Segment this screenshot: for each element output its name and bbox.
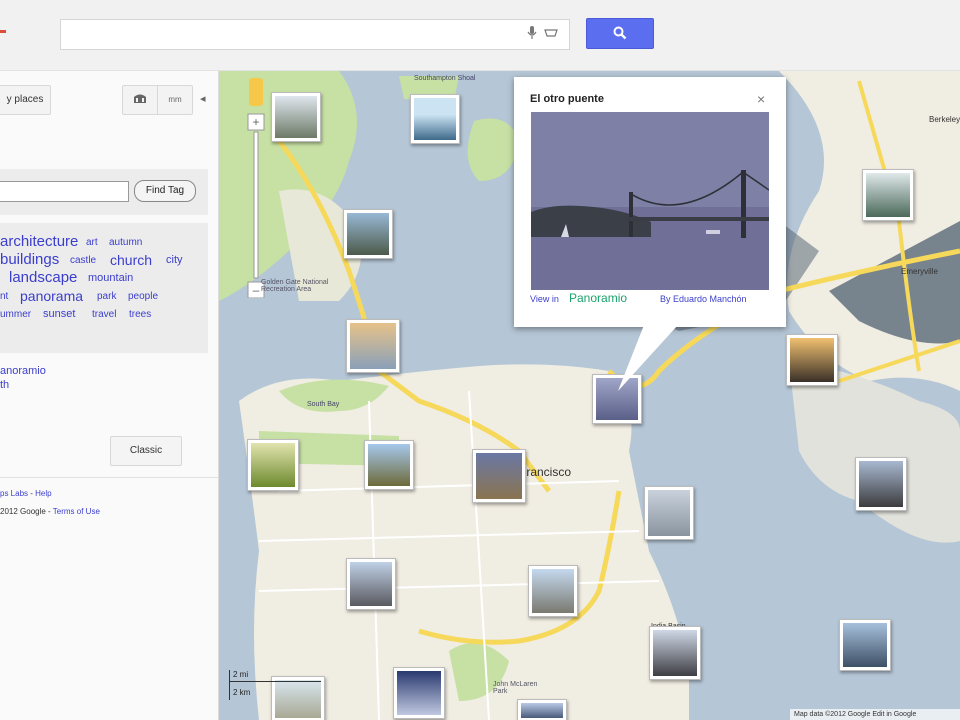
- tag-link[interactable]: autumn: [109, 237, 142, 248]
- footer-copyright: 2012 Google - Terms of Use: [0, 507, 100, 516]
- earth-link[interactable]: th: [0, 379, 9, 391]
- tag-link[interactable]: city: [166, 254, 183, 266]
- tag-link[interactable]: people: [128, 291, 158, 302]
- sidebar: y places mm ◂ Find Tag architecture art …: [0, 71, 219, 720]
- photo-thumbnail[interactable]: [247, 439, 299, 491]
- search-button[interactable]: [586, 18, 654, 49]
- search-icon: [613, 26, 627, 40]
- zoom-out-icon[interactable]: –: [253, 283, 260, 297]
- camera-icon: [134, 94, 146, 103]
- search-input[interactable]: [60, 19, 570, 50]
- camera-mode-button[interactable]: [122, 85, 158, 115]
- photo-thumbnail[interactable]: [786, 334, 838, 386]
- bridge-photo: [531, 112, 769, 290]
- keyboard-icon[interactable]: [544, 27, 558, 39]
- tag-link[interactable]: architecture: [0, 233, 78, 250]
- collapse-icon[interactable]: ◂: [200, 92, 206, 105]
- map-label: Emeryville: [901, 267, 938, 276]
- photo-thumbnail[interactable]: [271, 92, 321, 142]
- tag-link[interactable]: castle: [70, 255, 96, 266]
- zoom-control[interactable]: + –: [245, 78, 267, 298]
- info-window-pointer: [618, 325, 678, 391]
- map-mode-button[interactable]: mm: [157, 85, 193, 115]
- photo-thumbnail[interactable]: [528, 565, 578, 617]
- footer-links: ps Labs - Help: [0, 489, 52, 498]
- photo-thumbnail[interactable]: [517, 699, 567, 720]
- terms-link[interactable]: Terms of Use: [53, 507, 100, 516]
- photo-thumbnail[interactable]: [855, 457, 907, 511]
- author-link[interactable]: By Eduardo Manchón: [660, 294, 747, 304]
- scale-bar: [229, 681, 321, 682]
- tag-link[interactable]: panorama: [20, 288, 83, 304]
- tag-link[interactable]: church: [110, 252, 152, 268]
- photo-thumbnail[interactable]: [862, 169, 914, 221]
- tag-link[interactable]: ummer: [0, 309, 31, 320]
- photo-thumbnail[interactable]: [649, 626, 701, 680]
- tag-search-panel: Find Tag: [0, 169, 208, 215]
- close-icon[interactable]: ×: [757, 91, 765, 107]
- photo-thumbnail[interactable]: [346, 558, 396, 610]
- photo-info-window: El otro puente × View in Panoramio By Ed…: [514, 77, 786, 327]
- tag-link[interactable]: sunset: [43, 308, 75, 320]
- panoramio-link[interactable]: anoramio: [0, 365, 46, 377]
- find-tag-button[interactable]: Find Tag: [134, 180, 196, 202]
- maps-labs-link[interactable]: ps Labs: [0, 489, 28, 498]
- photo-thumbnail[interactable]: [343, 209, 393, 259]
- tag-link[interactable]: mountain: [88, 272, 133, 284]
- scale-km: 2 km: [233, 688, 251, 697]
- map-label: Golden Gate National Recreation Area: [261, 279, 329, 293]
- photo-thumbnail[interactable]: [410, 94, 460, 144]
- photo-preview[interactable]: [531, 112, 769, 290]
- map-label: John McLaren Park: [493, 681, 538, 695]
- tag-link[interactable]: buildings: [0, 251, 59, 268]
- my-places-button[interactable]: y places: [0, 85, 51, 115]
- logo-fragment: [0, 30, 6, 33]
- scale-tick: [229, 670, 230, 700]
- tag-link[interactable]: park: [97, 291, 116, 302]
- map-scale: 2 mi 2 km: [229, 670, 325, 700]
- help-link[interactable]: Help: [35, 489, 51, 498]
- copyright-text: 2012 Google -: [0, 507, 53, 516]
- view-in-link[interactable]: View in: [530, 294, 559, 304]
- map-label: Francisco: [519, 465, 572, 479]
- pegman-icon[interactable]: [249, 78, 263, 106]
- tag-link[interactable]: trees: [129, 309, 151, 320]
- tag-link[interactable]: landscape: [9, 269, 77, 286]
- map-label: South Bay: [307, 401, 340, 408]
- map-attribution: Map data ©2012 Google Edit in Google: [790, 709, 960, 720]
- tag-link[interactable]: travel: [92, 309, 116, 320]
- photo-thumbnail[interactable]: [346, 319, 400, 373]
- photo-thumbnail[interactable]: [839, 619, 891, 671]
- map-label: Berkeley: [929, 115, 960, 124]
- panoramio-logo[interactable]: Panoramio: [569, 291, 627, 305]
- tag-link[interactable]: art: [86, 237, 98, 248]
- map-label: Southampton Shoal: [414, 75, 476, 82]
- tag-cloud: architecture art autumn buildings castle…: [0, 223, 208, 353]
- tag-link[interactable]: nt: [0, 291, 8, 302]
- zoom-in-icon[interactable]: +: [252, 115, 259, 129]
- photo-title: El otro puente: [530, 93, 604, 105]
- scale-miles: 2 mi: [233, 670, 249, 679]
- classic-button[interactable]: Classic: [110, 436, 182, 466]
- photo-thumbnail[interactable]: [472, 449, 526, 503]
- photo-thumbnail[interactable]: [364, 440, 414, 490]
- divider: [0, 477, 218, 478]
- tag-input[interactable]: [0, 181, 129, 202]
- photo-thumbnail[interactable]: [644, 486, 694, 540]
- mic-icon[interactable]: [526, 25, 538, 41]
- photo-thumbnail[interactable]: [393, 667, 445, 719]
- top-bar: [0, 0, 960, 71]
